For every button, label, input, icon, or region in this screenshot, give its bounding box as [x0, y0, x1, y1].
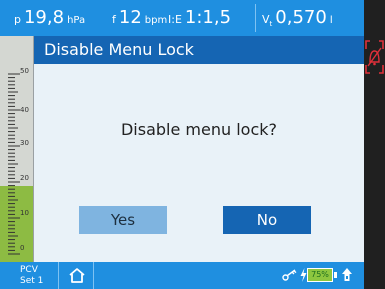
- frequency-readout: f 12 bpm: [112, 0, 167, 36]
- bell-crossed-icon[interactable]: [364, 38, 385, 76]
- ventilation-mode[interactable]: PCV Set 1: [0, 262, 58, 289]
- scale-label-30: 30: [20, 139, 29, 147]
- scale-label-0: 0: [20, 244, 25, 252]
- yes-button[interactable]: Yes: [79, 206, 167, 234]
- pressure-symbol: p: [14, 13, 21, 26]
- tidal-volume-value: 0,570: [275, 7, 327, 28]
- frequency-unit: bpm: [144, 15, 168, 26]
- status-bar: PCV Set 1 75%: [0, 262, 364, 289]
- pressure-value: 19,8: [23, 7, 65, 28]
- frequency-value: 12: [118, 7, 142, 28]
- battery-indicator: 75%: [307, 268, 333, 282]
- mode-set: Set 1: [20, 276, 44, 286]
- ie-ratio-symbol: I:E: [168, 13, 182, 26]
- mode-name: PCV: [20, 265, 38, 275]
- pressure-unit: hPa: [67, 15, 86, 26]
- home-icon: [69, 268, 85, 283]
- pressure-scale: 50 40 30 20 10 0: [0, 36, 34, 262]
- parameter-bar: p 19,8 hPa f 12 bpm I:E 1:1,5 Vt 0,570 l: [0, 0, 364, 36]
- no-button[interactable]: No: [223, 206, 311, 234]
- disable-menu-lock-dialog: Disable Menu Lock Disable menu lock? Yes…: [34, 36, 364, 262]
- plug-icon: [342, 268, 352, 281]
- ie-ratio-value: 1:1,5: [184, 7, 232, 28]
- dialog-title: Disable Menu Lock: [34, 36, 364, 64]
- tidal-volume-readout: Vt 0,570 l: [255, 4, 333, 32]
- scale-label-50: 50: [20, 67, 29, 75]
- battery-tip: [334, 272, 337, 278]
- key-icon: [282, 269, 297, 281]
- ventilator-screen: p 19,8 hPa f 12 bpm I:E 1:1,5 Vt 0,570 l: [0, 0, 385, 289]
- scale-label-40: 40: [20, 106, 29, 114]
- home-button[interactable]: [58, 262, 94, 289]
- frequency-symbol: f: [112, 13, 116, 26]
- tidal-volume-symbol: Vt: [262, 13, 273, 29]
- lightning-icon: [300, 268, 307, 282]
- ie-ratio-readout: I:E 1:1,5: [168, 0, 234, 36]
- pressure-readout: p 19,8 hPa: [14, 0, 85, 36]
- scale-label-10: 10: [20, 209, 29, 217]
- tidal-volume-unit: l: [329, 15, 333, 26]
- scale-label-20: 20: [20, 174, 29, 182]
- dialog-message: Disable menu lock?: [120, 120, 278, 139]
